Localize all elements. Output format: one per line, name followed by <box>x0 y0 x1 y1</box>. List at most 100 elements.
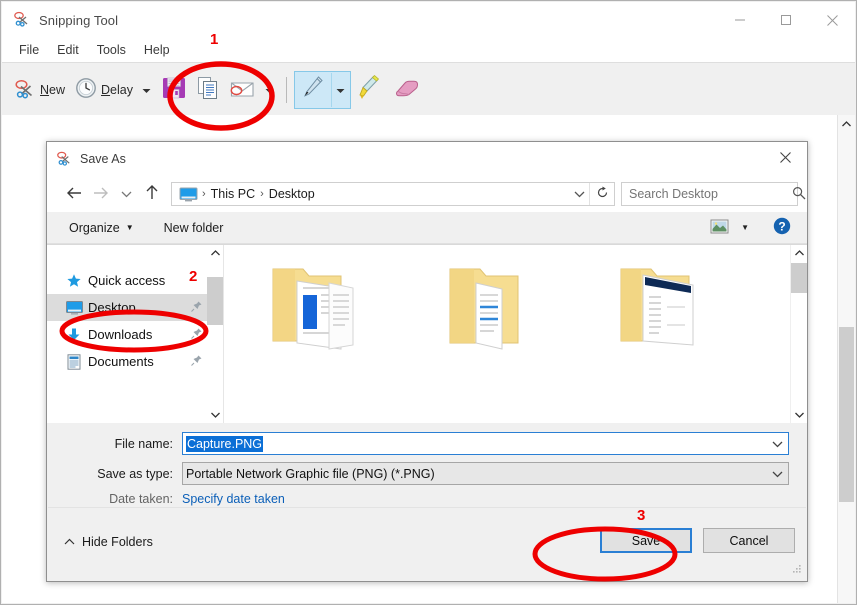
breadcrumb-desktop[interactable]: Desktop <box>265 187 319 201</box>
documents-icon <box>63 353 85 370</box>
view-dropdown-button[interactable]: ▼ <box>735 220 755 235</box>
chevron-down-icon <box>574 187 585 201</box>
new-snip-label: New <box>40 82 66 97</box>
hide-folders-button[interactable]: Hide Folders <box>64 535 153 549</box>
filename-row: File name: Capture.PNG <box>65 432 789 455</box>
save-dialog-button[interactable]: Save <box>600 528 692 553</box>
dialog-title: Save As <box>80 152 126 166</box>
chevron-down-icon <box>265 83 274 97</box>
email-button[interactable] <box>224 68 261 112</box>
minimize-button[interactable] <box>717 2 763 38</box>
scroll-up-button[interactable] <box>838 115 855 132</box>
navpane-scrollbar[interactable] <box>207 245 223 423</box>
pin-icon[interactable] <box>190 300 203 316</box>
search-icon <box>792 186 806 203</box>
pin-icon[interactable] <box>190 327 203 343</box>
desktop-monitor-icon <box>63 300 85 315</box>
scissors-icon <box>14 10 31 30</box>
menu-item-tools[interactable]: Tools <box>88 40 135 60</box>
refresh-button[interactable] <box>589 183 614 205</box>
scrollbar-thumb[interactable] <box>839 327 854 502</box>
menu-item-help[interactable]: Help <box>135 40 179 60</box>
navpane-scroll-down-button[interactable] <box>207 407 223 423</box>
envelope-email-icon <box>229 77 256 102</box>
menu-item-file[interactable]: File <box>10 40 48 60</box>
floppy-disk-save-icon <box>161 75 187 104</box>
nav-item-documents[interactable]: Documents <box>47 348 223 375</box>
filetype-label: Save as type: <box>97 466 173 481</box>
filelist-scroll-down-button[interactable] <box>791 407 807 423</box>
pin-icon[interactable] <box>190 354 203 370</box>
file-list-item[interactable] <box>397 257 570 360</box>
highlighter-button[interactable] <box>351 68 386 112</box>
eraser-button[interactable] <box>386 68 426 112</box>
toolbar: New Delay <box>2 62 855 117</box>
email-dropdown-button[interactable] <box>261 68 279 112</box>
download-arrow-icon <box>63 327 85 343</box>
annotation-marker-1: 1 <box>210 31 219 48</box>
scissors-icon <box>15 78 36 102</box>
file-list-scrollbar[interactable] <box>790 245 807 423</box>
nav-label: Downloads <box>88 327 153 342</box>
maximize-button[interactable] <box>763 2 809 38</box>
main-window-scrollbar[interactable] <box>837 115 855 603</box>
file-list-item[interactable] <box>570 257 743 360</box>
copy-pages-icon <box>197 76 219 103</box>
copy-button[interactable] <box>192 68 224 112</box>
back-button[interactable] <box>61 181 87 207</box>
breadcrumb-this-pc[interactable]: This PC <box>207 187 259 201</box>
search-box[interactable] <box>621 182 806 206</box>
specify-date-taken-link[interactable]: Specify date taken <box>182 492 285 506</box>
delay-dropdown-button[interactable] <box>138 68 156 112</box>
nav-label: Quick access <box>88 273 166 288</box>
filelist-scroll-up-button[interactable] <box>791 245 807 261</box>
address-dropdown-button[interactable] <box>569 183 589 205</box>
filelist-scrollbar-thumb[interactable] <box>791 263 807 293</box>
view-layout-icon <box>710 219 729 237</box>
navpane-scroll-up-button[interactable] <box>207 245 223 261</box>
nav-item-downloads[interactable]: Downloads <box>47 321 223 348</box>
hide-folders-label: Hide Folders <box>82 535 153 549</box>
resize-grip-icon[interactable] <box>791 563 802 577</box>
file-list-item[interactable] <box>224 257 397 360</box>
filename-input[interactable]: Capture.PNG <box>183 435 766 452</box>
pen-button[interactable] <box>295 68 331 112</box>
dialog-close-button[interactable] <box>763 142 807 176</box>
chevron-down-icon <box>772 467 783 481</box>
address-bar[interactable]: › This PC › Desktop <box>171 182 615 206</box>
recent-locations-button[interactable] <box>113 181 139 207</box>
cancel-dialog-button[interactable]: Cancel <box>703 528 795 553</box>
chevron-down-icon <box>336 83 345 97</box>
filename-combobox[interactable]: Capture.PNG <box>182 432 789 455</box>
new-snip-button[interactable]: New <box>10 68 70 112</box>
address-row: › This PC › Desktop <box>47 176 807 212</box>
new-folder-button[interactable]: New folder <box>156 217 232 239</box>
close-icon <box>779 151 792 167</box>
file-list[interactable] <box>224 245 807 423</box>
highlighter-icon <box>356 74 381 105</box>
filetype-combobox[interactable]: Portable Network Graphic file (PNG) (*.P… <box>182 462 789 485</box>
folder-with-document-icon <box>263 257 359 360</box>
up-button[interactable] <box>139 181 165 207</box>
nav-item-desktop[interactable]: Desktop <box>47 294 223 321</box>
menu-item-edit[interactable]: Edit <box>48 40 88 60</box>
filename-dropdown-button[interactable] <box>766 437 788 451</box>
delay-button[interactable]: Delay <box>70 68 138 112</box>
filetype-dropdown-button[interactable] <box>766 467 788 481</box>
organize-label: Organize <box>69 220 120 235</box>
view-layout-button[interactable] <box>704 216 735 240</box>
organize-button[interactable]: Organize ▼ <box>61 217 142 239</box>
date-taken-label: Date taken: <box>109 492 173 506</box>
date-taken-row: Date taken: Specify date taken <box>65 492 789 506</box>
close-button[interactable] <box>809 2 855 38</box>
help-button[interactable]: ? <box>767 214 797 241</box>
annotation-marker-2: 2 <box>189 268 198 285</box>
arrow-left-icon <box>66 186 83 203</box>
search-input[interactable] <box>627 186 792 202</box>
chevron-down-icon <box>142 83 151 97</box>
save-toolbar-button[interactable] <box>156 68 192 112</box>
pen-dropdown-button[interactable] <box>330 72 350 107</box>
toolbar-separator <box>285 76 287 103</box>
navpane-scrollbar-thumb[interactable] <box>207 277 223 325</box>
annotation-marker-3: 3 <box>637 507 646 524</box>
